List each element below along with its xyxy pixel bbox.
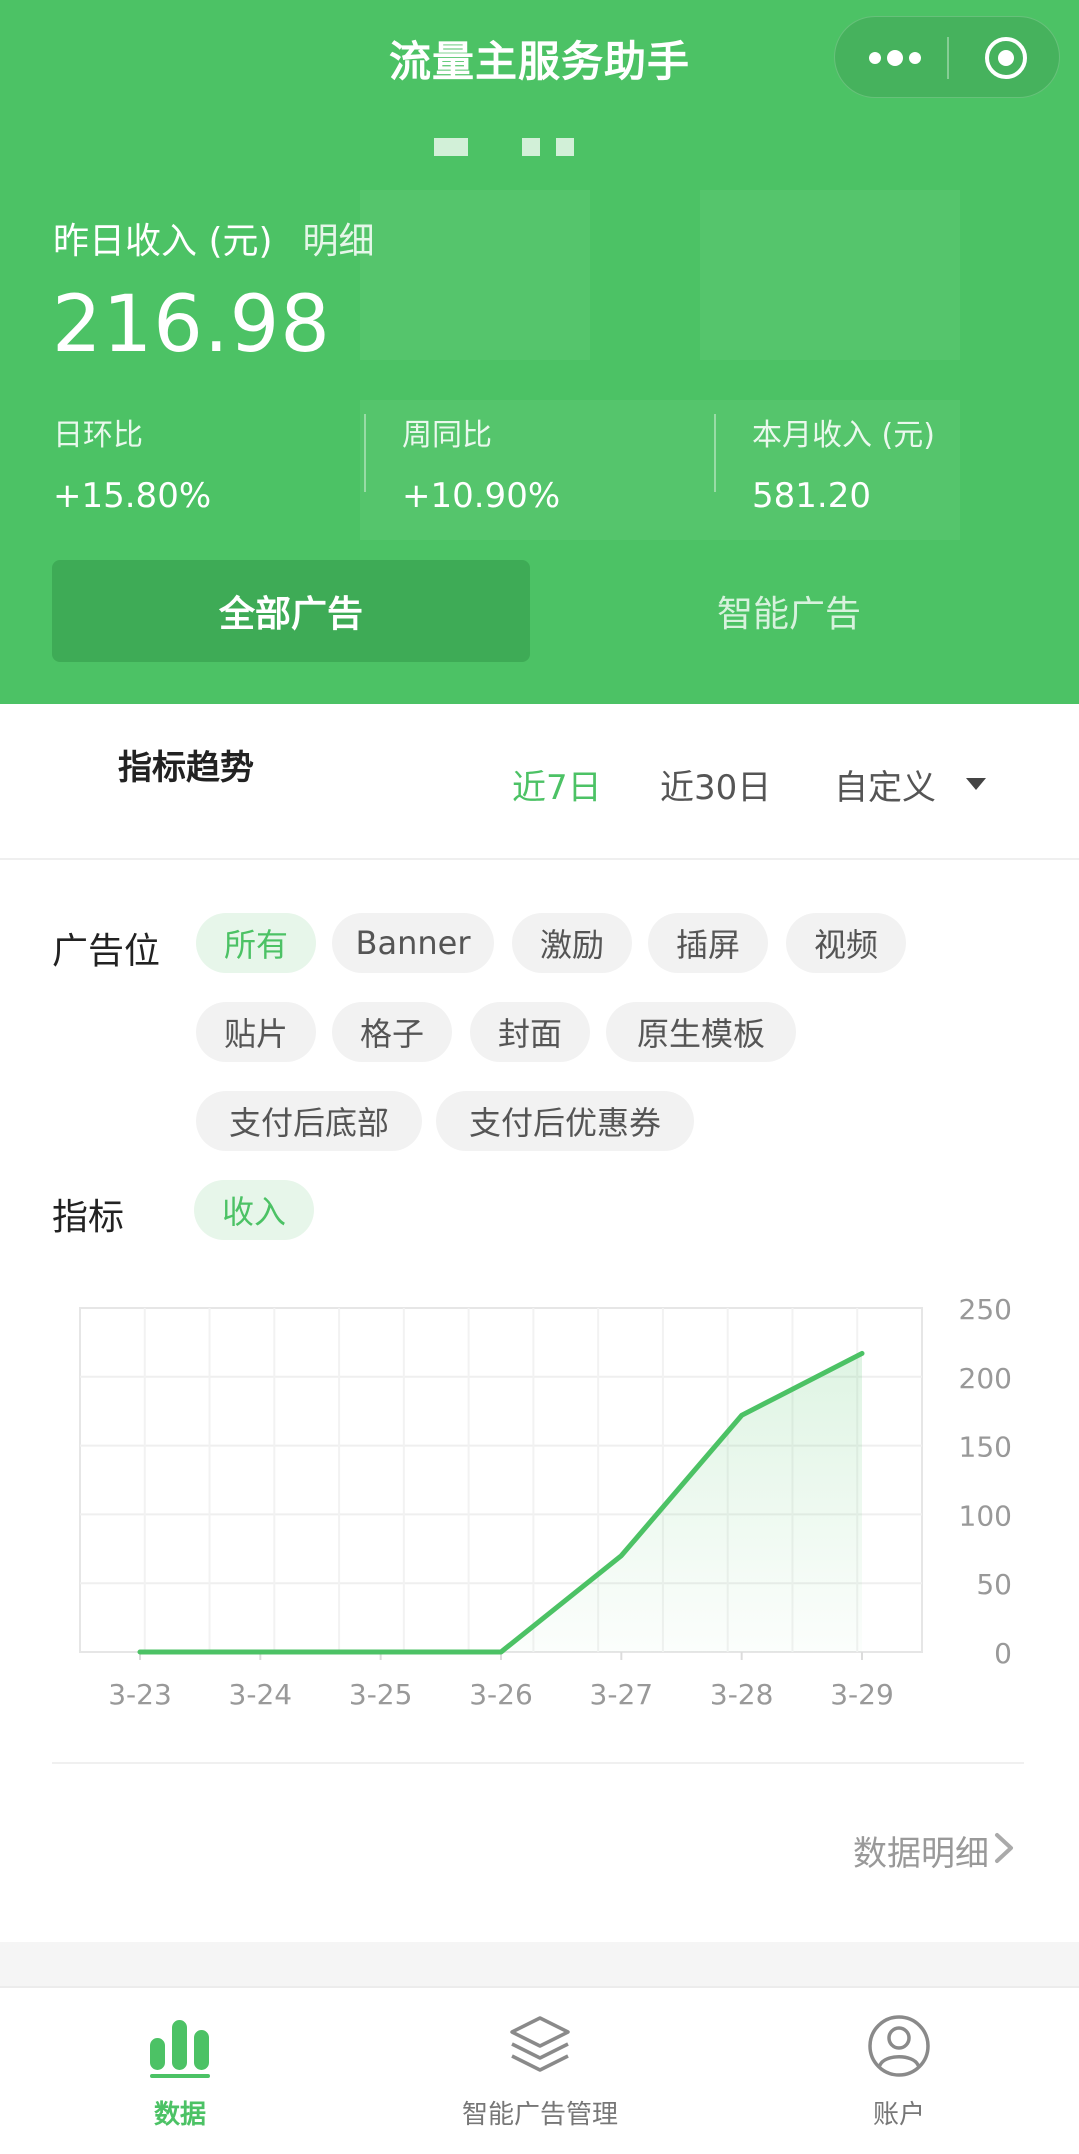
section-divider [0, 858, 1079, 860]
stat-key: 本月收入 (元) [752, 418, 935, 453]
chevron-right-icon[interactable] [992, 1830, 1016, 1866]
bar-chart-icon [150, 2020, 210, 2078]
header-panel: 流量主服务助手 昨日收入 (元) 明细 216.98 日环比 +15.80% 周同… [0, 0, 1079, 704]
chart-bottom-divider [52, 1762, 1024, 1764]
tabbar-label: 账户 [872, 2100, 925, 2130]
metric-label: 指标 [52, 1197, 125, 1238]
y-tick-label: 200 [959, 1362, 1012, 1395]
chip-placement-grid[interactable]: 格子 [332, 1002, 452, 1062]
data-detail-link[interactable]: 数据明细 [853, 1826, 989, 1875]
tabbar-item-smart-ads[interactable]: 智能广告管理 [390, 1988, 690, 2154]
tabbar-label: 智能广告管理 [461, 2100, 618, 2130]
tab-all-ads[interactable]: 全部广告 [52, 560, 530, 662]
x-tick-label: 3-23 [108, 1678, 172, 1711]
stat-value: 581.20 [752, 476, 871, 516]
bottom-tab-bar: 数据 智能广告管理 账户 [0, 1986, 1079, 2154]
target-circle-icon[interactable] [983, 35, 1029, 81]
yesterday-income-value: 216.98 [52, 280, 331, 370]
chip-placement-pay-coupon[interactable]: 支付后优惠券 [436, 1091, 694, 1151]
tabbar-label: 数据 [153, 2100, 206, 2130]
stat-day-over-day: 日环比 +15.80% [53, 410, 211, 516]
tabbar-item-data[interactable]: 数据 [30, 1988, 330, 2154]
placement-label: 广告位 [52, 931, 161, 972]
x-tick-label: 3-26 [469, 1678, 533, 1711]
stat-week-over-week: 周同比 +10.90% [402, 410, 560, 516]
x-tick-label: 3-28 [710, 1678, 774, 1711]
stat-key: 周同比 [402, 418, 492, 453]
capsule-divider [947, 37, 949, 79]
chip-placement-banner[interactable]: Banner [332, 913, 494, 973]
chip-placement-interstitial[interactable]: 插屏 [648, 913, 768, 973]
chip-placement-video[interactable]: 视频 [786, 913, 906, 973]
yesterday-income-row: 昨日收入 (元) 明细 [53, 212, 375, 264]
bottom-gap [0, 1942, 1079, 1986]
x-tick-label: 3-29 [830, 1678, 894, 1711]
y-tick-label: 250 [959, 1293, 1012, 1326]
chip-placement-all[interactable]: 所有 [196, 913, 316, 973]
stat-value: +15.80% [53, 476, 212, 516]
income-detail-link[interactable]: 明细 [303, 221, 375, 262]
stat-month-income: 本月收入 (元) 581.20 [752, 410, 935, 516]
layers-icon [510, 2016, 570, 2072]
range-custom[interactable]: 自定义 [834, 760, 936, 809]
chip-metric-income[interactable]: 收入 [194, 1180, 314, 1240]
chevron-down-icon[interactable] [966, 778, 986, 790]
y-tick-label: 150 [959, 1431, 1012, 1464]
x-tick-label: 3-24 [229, 1678, 293, 1711]
x-tick-label: 3-27 [590, 1678, 654, 1711]
chip-placement-native-template[interactable]: 原生模板 [606, 1002, 796, 1062]
chip-placement-patch[interactable]: 贴片 [196, 1002, 316, 1062]
chip-placement-cover[interactable]: 封面 [470, 1002, 590, 1062]
series-area [140, 1353, 862, 1652]
chip-placement-reward[interactable]: 激励 [512, 913, 632, 973]
page-indicator [432, 138, 582, 158]
range-7-days[interactable]: 近7日 [512, 760, 602, 809]
stat-value: +10.90% [402, 476, 561, 516]
y-tick-label: 0 [994, 1637, 1012, 1670]
income-trend-chart: 0 50 100 150 200 250 3-23 3-24 3-25 3-26 3-27 3-28 3… [79, 1293, 1012, 1711]
trend-title: 指标趋势 [118, 748, 254, 788]
x-tick-label: 3-25 [349, 1678, 413, 1711]
stat-key: 日环比 [53, 418, 143, 453]
more-dots-icon[interactable] [863, 39, 927, 77]
y-tick-label: 50 [976, 1568, 1012, 1601]
tabbar-item-account[interactable]: 账户 [749, 1988, 1049, 2154]
chip-placement-pay-bottom[interactable]: 支付后底部 [196, 1091, 422, 1151]
range-30-days[interactable]: 近30日 [660, 760, 771, 809]
stat-divider [714, 414, 716, 492]
user-circle-icon [868, 2015, 930, 2077]
y-tick-label: 100 [959, 1499, 1012, 1532]
stat-divider [364, 414, 366, 492]
tab-smart-ads[interactable]: 智能广告 [550, 560, 1028, 662]
yesterday-income-label: 昨日收入 (元) [53, 221, 273, 262]
mini-program-capsule [834, 16, 1060, 98]
